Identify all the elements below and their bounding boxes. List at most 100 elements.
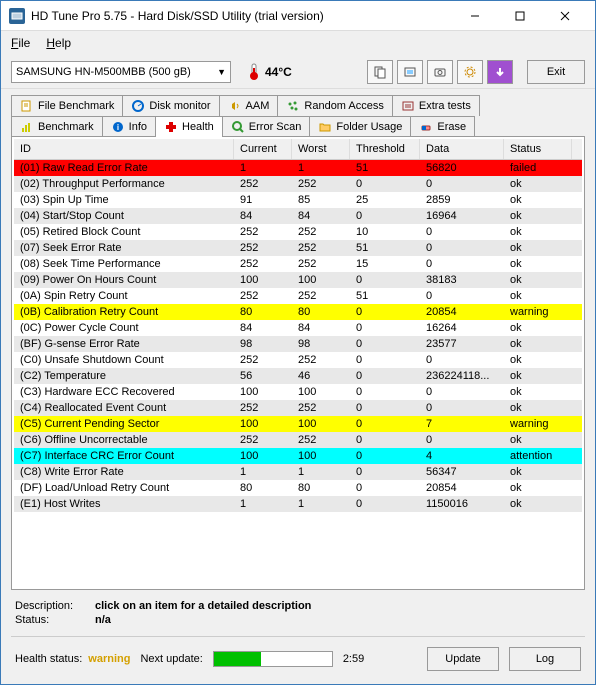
titlebar[interactable]: HD Tune Pro 5.75 - Hard Disk/SSD Utility… (1, 1, 595, 31)
tab-random-access[interactable]: Random Access (277, 95, 392, 116)
cell-worst: 252 (292, 352, 350, 368)
maximize-button[interactable] (497, 2, 542, 30)
cell-data: 0 (420, 176, 504, 192)
cell-worst: 252 (292, 176, 350, 192)
tab-erase[interactable]: Erase (410, 116, 475, 137)
menu-file[interactable]: File (11, 36, 30, 50)
close-button[interactable] (542, 2, 587, 30)
thermometer-icon (247, 63, 261, 81)
table-row[interactable]: (C0) Unsafe Shutdown Count25225200ok (14, 352, 582, 368)
cell-data: 0 (420, 352, 504, 368)
tab-label: Health (182, 121, 214, 133)
tab-disk-monitor[interactable]: Disk monitor (122, 95, 219, 116)
table-row[interactable]: (0C) Power Cycle Count8484016264ok (14, 320, 582, 336)
cell-status: ok (504, 464, 572, 480)
health-panel: ID Current Worst Threshold Data Status (… (11, 136, 585, 590)
table-row[interactable]: (C6) Offline Uncorrectable25225200ok (14, 432, 582, 448)
col-id[interactable]: ID (14, 139, 234, 159)
cell-cur: 80 (234, 480, 292, 496)
device-dropdown[interactable]: SAMSUNG HN-M500MBB (500 gB) ▼ (11, 61, 231, 83)
menu-help[interactable]: Help (46, 36, 71, 50)
update-button[interactable]: Update (427, 647, 499, 671)
col-data[interactable]: Data (420, 139, 504, 159)
cell-id: (05) Retired Block Count (14, 224, 234, 240)
cell-cur: 252 (234, 240, 292, 256)
log-button[interactable]: Log (509, 647, 581, 671)
cell-status: ok (504, 224, 572, 240)
status-value: n/a (95, 614, 111, 626)
cell-worst: 100 (292, 384, 350, 400)
tabs-row-2: BenchmarkiInfo Health Error ScanFolder Usa… (11, 116, 585, 137)
col-worst[interactable]: Worst (292, 139, 350, 159)
tab-benchmark[interactable]: Benchmark (11, 116, 103, 137)
tab-extra-tests[interactable]: Extra tests (392, 95, 480, 116)
table-row[interactable]: (DF) Load/Unload Retry Count8080020854ok (14, 480, 582, 496)
table-row[interactable]: (07) Seek Error Rate252252510ok (14, 240, 582, 256)
cell-id: (0C) Power Cycle Count (14, 320, 234, 336)
tab-aam[interactable]: AAM (219, 95, 279, 116)
tab-health[interactable]: Health (155, 116, 223, 137)
cell-status: ok (504, 256, 572, 272)
exit-button[interactable]: Exit (527, 60, 585, 84)
cell-thr: 0 (350, 304, 420, 320)
cell-thr: 0 (350, 272, 420, 288)
cell-data: 2859 (420, 192, 504, 208)
copy-icon[interactable] (367, 60, 393, 84)
table-row[interactable]: (0A) Spin Retry Count252252510ok (14, 288, 582, 304)
chevron-down-icon: ▼ (217, 67, 226, 77)
extra-tests-icon (401, 99, 415, 113)
cell-cur: 1 (234, 160, 292, 176)
table-row[interactable]: (BF) G-sense Error Rate9898023577ok (14, 336, 582, 352)
table-row[interactable]: (02) Throughput Performance25225200ok (14, 176, 582, 192)
cell-status: failed (504, 160, 572, 176)
table-row[interactable]: (C3) Hardware ECC Recovered10010000ok (14, 384, 582, 400)
table-row[interactable]: (0B) Calibration Retry Count8080020854wa… (14, 304, 582, 320)
table-row[interactable]: (E1) Host Writes1101150016ok (14, 496, 582, 512)
cell-status: ok (504, 192, 572, 208)
table-row[interactable]: (C7) Interface CRC Error Count10010004at… (14, 448, 582, 464)
tab-label: Info (129, 121, 147, 133)
cell-id: (07) Seek Error Rate (14, 240, 234, 256)
cell-id: (C4) Reallocated Event Count (14, 400, 234, 416)
save-icon[interactable] (487, 60, 513, 84)
minimize-button[interactable] (452, 2, 497, 30)
cell-thr: 0 (350, 320, 420, 336)
table-row[interactable]: (03) Spin Up Time9185252859ok (14, 192, 582, 208)
file-benchmark-icon (20, 99, 34, 113)
description-block: Description: click on an item for a deta… (11, 600, 585, 626)
table-row[interactable]: (C5) Current Pending Sector10010007warni… (14, 416, 582, 432)
col-current[interactable]: Current (234, 139, 292, 159)
table-row[interactable]: (08) Seek Time Performance252252150ok (14, 256, 582, 272)
tab-error-scan[interactable]: Error Scan (222, 116, 311, 137)
table-row[interactable]: (C2) Temperature56460236224118...ok (14, 368, 582, 384)
cell-id: (08) Seek Time Performance (14, 256, 234, 272)
cell-cur: 84 (234, 320, 292, 336)
table-row[interactable]: (01) Raw Read Error Rate115156820failed (14, 160, 582, 176)
col-status[interactable]: Status (504, 139, 572, 159)
table-row[interactable]: (09) Power On Hours Count100100038183ok (14, 272, 582, 288)
cell-status: ok (504, 176, 572, 192)
cell-data: 56347 (420, 464, 504, 480)
settings-icon[interactable] (457, 60, 483, 84)
table-row[interactable]: (05) Retired Block Count252252100ok (14, 224, 582, 240)
table-row[interactable]: (C4) Reallocated Event Count25225200ok (14, 400, 582, 416)
tab-file-benchmark[interactable]: File Benchmark (11, 95, 123, 116)
tab-folder-usage[interactable]: Folder Usage (309, 116, 411, 137)
error-scan-icon (231, 120, 245, 134)
tab-info[interactable]: iInfo (102, 116, 156, 137)
table-row[interactable]: (C8) Write Error Rate11056347ok (14, 464, 582, 480)
cell-cur: 100 (234, 416, 292, 432)
cell-cur: 100 (234, 272, 292, 288)
cell-worst: 252 (292, 400, 350, 416)
cell-data: 56820 (420, 160, 504, 176)
table-row[interactable]: (04) Start/Stop Count8484016964ok (14, 208, 582, 224)
folder-usage-icon (318, 120, 332, 134)
progress-bar (213, 651, 333, 667)
device-label: SAMSUNG HN-M500MBB (500 gB) (16, 66, 191, 78)
cell-id: (BF) G-sense Error Rate (14, 336, 234, 352)
screenshot-icon[interactable] (397, 60, 423, 84)
col-threshold[interactable]: Threshold (350, 139, 420, 159)
cell-id: (C7) Interface CRC Error Count (14, 448, 234, 464)
disk-monitor-icon (131, 99, 145, 113)
camera-icon[interactable] (427, 60, 453, 84)
